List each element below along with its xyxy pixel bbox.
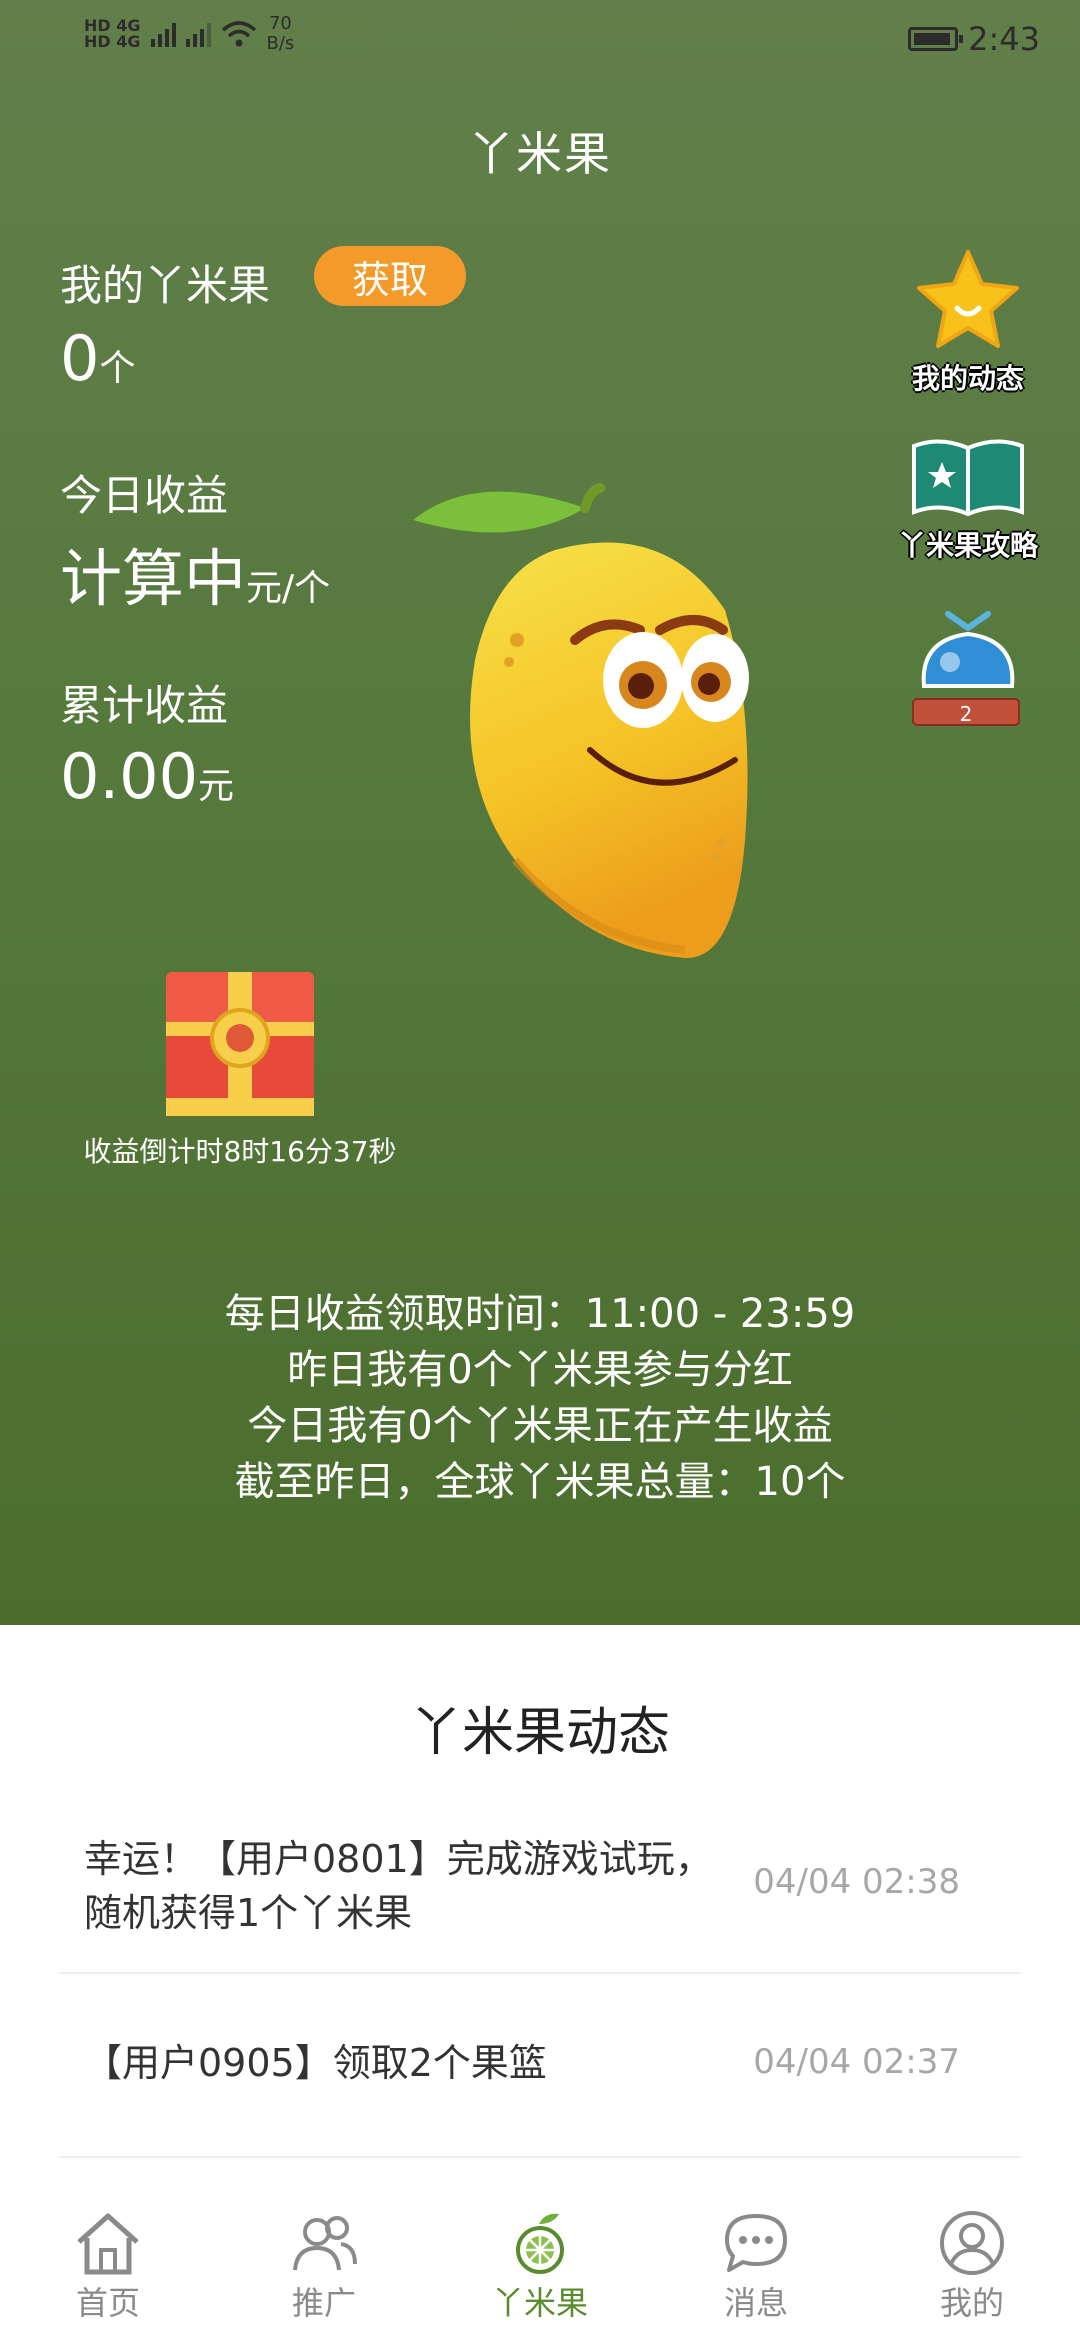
- page-title: 丫米果: [468, 127, 612, 181]
- users-icon: [293, 2216, 357, 2271]
- nav-item-promote[interactable]: 推广: [254, 2210, 394, 2324]
- total-income-label: 累计收益: [60, 681, 229, 730]
- net-speed-unit: B/s: [266, 33, 295, 54]
- feed-item-time: 04/04 02:38: [753, 1862, 960, 1902]
- signal-icon: [150, 21, 176, 47]
- chat-bubble-icon: [725, 2214, 787, 2272]
- my-fruit-label: 我的丫米果: [60, 261, 271, 310]
- info-line: 昨日我有0个丫米果参与分红: [287, 1347, 793, 1393]
- feed-item-text: 【用户0905】领取2个果篮: [84, 2041, 547, 2085]
- side-item-basket[interactable]: 2: [888, 600, 1048, 734]
- feed-item[interactable]: 【用户0905】领取2个果篮 04/04 02:37: [60, 1972, 1020, 2158]
- info-line: 今日我有0个丫米果正在产生收益: [247, 1403, 833, 1449]
- nav-item-messages[interactable]: 消息: [686, 2210, 826, 2324]
- info-line: 截至昨日，全球丫米果总量：10个: [234, 1459, 846, 1505]
- fruit-icon: [516, 2213, 564, 2274]
- feed-title: 丫米果动态: [409, 1703, 670, 1763]
- basket-badge-count: 2: [959, 702, 973, 726]
- total-income-value: 0.00元: [60, 740, 234, 813]
- total-income-amount: 0.00: [60, 740, 199, 813]
- mango-mascot-image[interactable]: [405, 480, 785, 980]
- nav-label: 推广: [291, 2284, 356, 2322]
- treasure-chest-icon[interactable]: [162, 968, 318, 1120]
- feed-item-text: 幸运！【用户0801】完成游戏试玩，随机获得1个丫米果: [84, 1837, 713, 1935]
- total-income-unit: 元: [198, 766, 235, 807]
- nav-item-fruit[interactable]: 丫米果: [470, 2210, 610, 2324]
- my-fruit-count: 0: [60, 322, 100, 395]
- nav-item-home[interactable]: 首页: [38, 2210, 178, 2324]
- nav-label: 首页: [75, 2284, 140, 2322]
- side-item-guide[interactable]: 丫米果攻略: [888, 436, 1048, 564]
- chest-countdown: 收益倒计时8时16分37秒: [83, 1135, 397, 1168]
- info-line: 每日收益领取时间：11:00 - 23:59: [224, 1291, 856, 1337]
- book-star-icon: [912, 439, 1024, 517]
- nav-label: 我的: [939, 2284, 1004, 2322]
- star-smile-icon: [917, 250, 1019, 348]
- today-income-unit: 元/个: [246, 568, 331, 609]
- person-icon: [940, 2211, 1004, 2275]
- status-time: 2:43: [968, 20, 1040, 58]
- feed-item[interactable]: 幸运！【用户0801】完成游戏试玩，随机获得1个丫米果 04/04 02:38: [60, 1808, 1020, 1974]
- get-button[interactable]: 获取: [314, 246, 466, 306]
- bottom-nav: 首页 推广 丫米果 消息 我的: [0, 2190, 1080, 2340]
- feed-item-time: 04/04 02:37: [753, 2042, 960, 2082]
- sim2-label: HD 4G: [84, 32, 141, 51]
- nav-item-mine[interactable]: 我的: [902, 2210, 1042, 2324]
- side-item-label: 我的动态: [911, 362, 1024, 395]
- battery-icon: [908, 27, 964, 51]
- today-income-amount: 计算中: [60, 542, 247, 615]
- hero-panel: HD 4G HD 4G 70 B/s 2:43 丫米果 我的丫米果 获取 0个 …: [0, 0, 1080, 1625]
- wifi-icon: [221, 21, 256, 47]
- home-icon: [77, 2213, 139, 2275]
- nav-label: 丫米果: [491, 2284, 588, 2322]
- net-speed: 70 B/s: [267, 14, 295, 54]
- side-item-my-activity[interactable]: 我的动态: [888, 248, 1048, 397]
- status-bar: HD 4G HD 4G 70 B/s 2:43: [0, 0, 1080, 80]
- my-fruit-value: 0个: [60, 322, 135, 395]
- side-item-label: 丫米果攻略: [897, 529, 1038, 562]
- signal-icon: [185, 21, 211, 47]
- basket-badge: 2: [912, 698, 1020, 726]
- sim-labels: HD 4G HD 4G: [84, 18, 141, 50]
- my-fruit-unit: 个: [99, 348, 136, 389]
- today-income-value: 计算中元/个: [60, 528, 330, 618]
- today-income-label: 今日收益: [60, 471, 229, 520]
- net-speed-value: 70: [268, 13, 292, 34]
- nav-label: 消息: [723, 2284, 788, 2322]
